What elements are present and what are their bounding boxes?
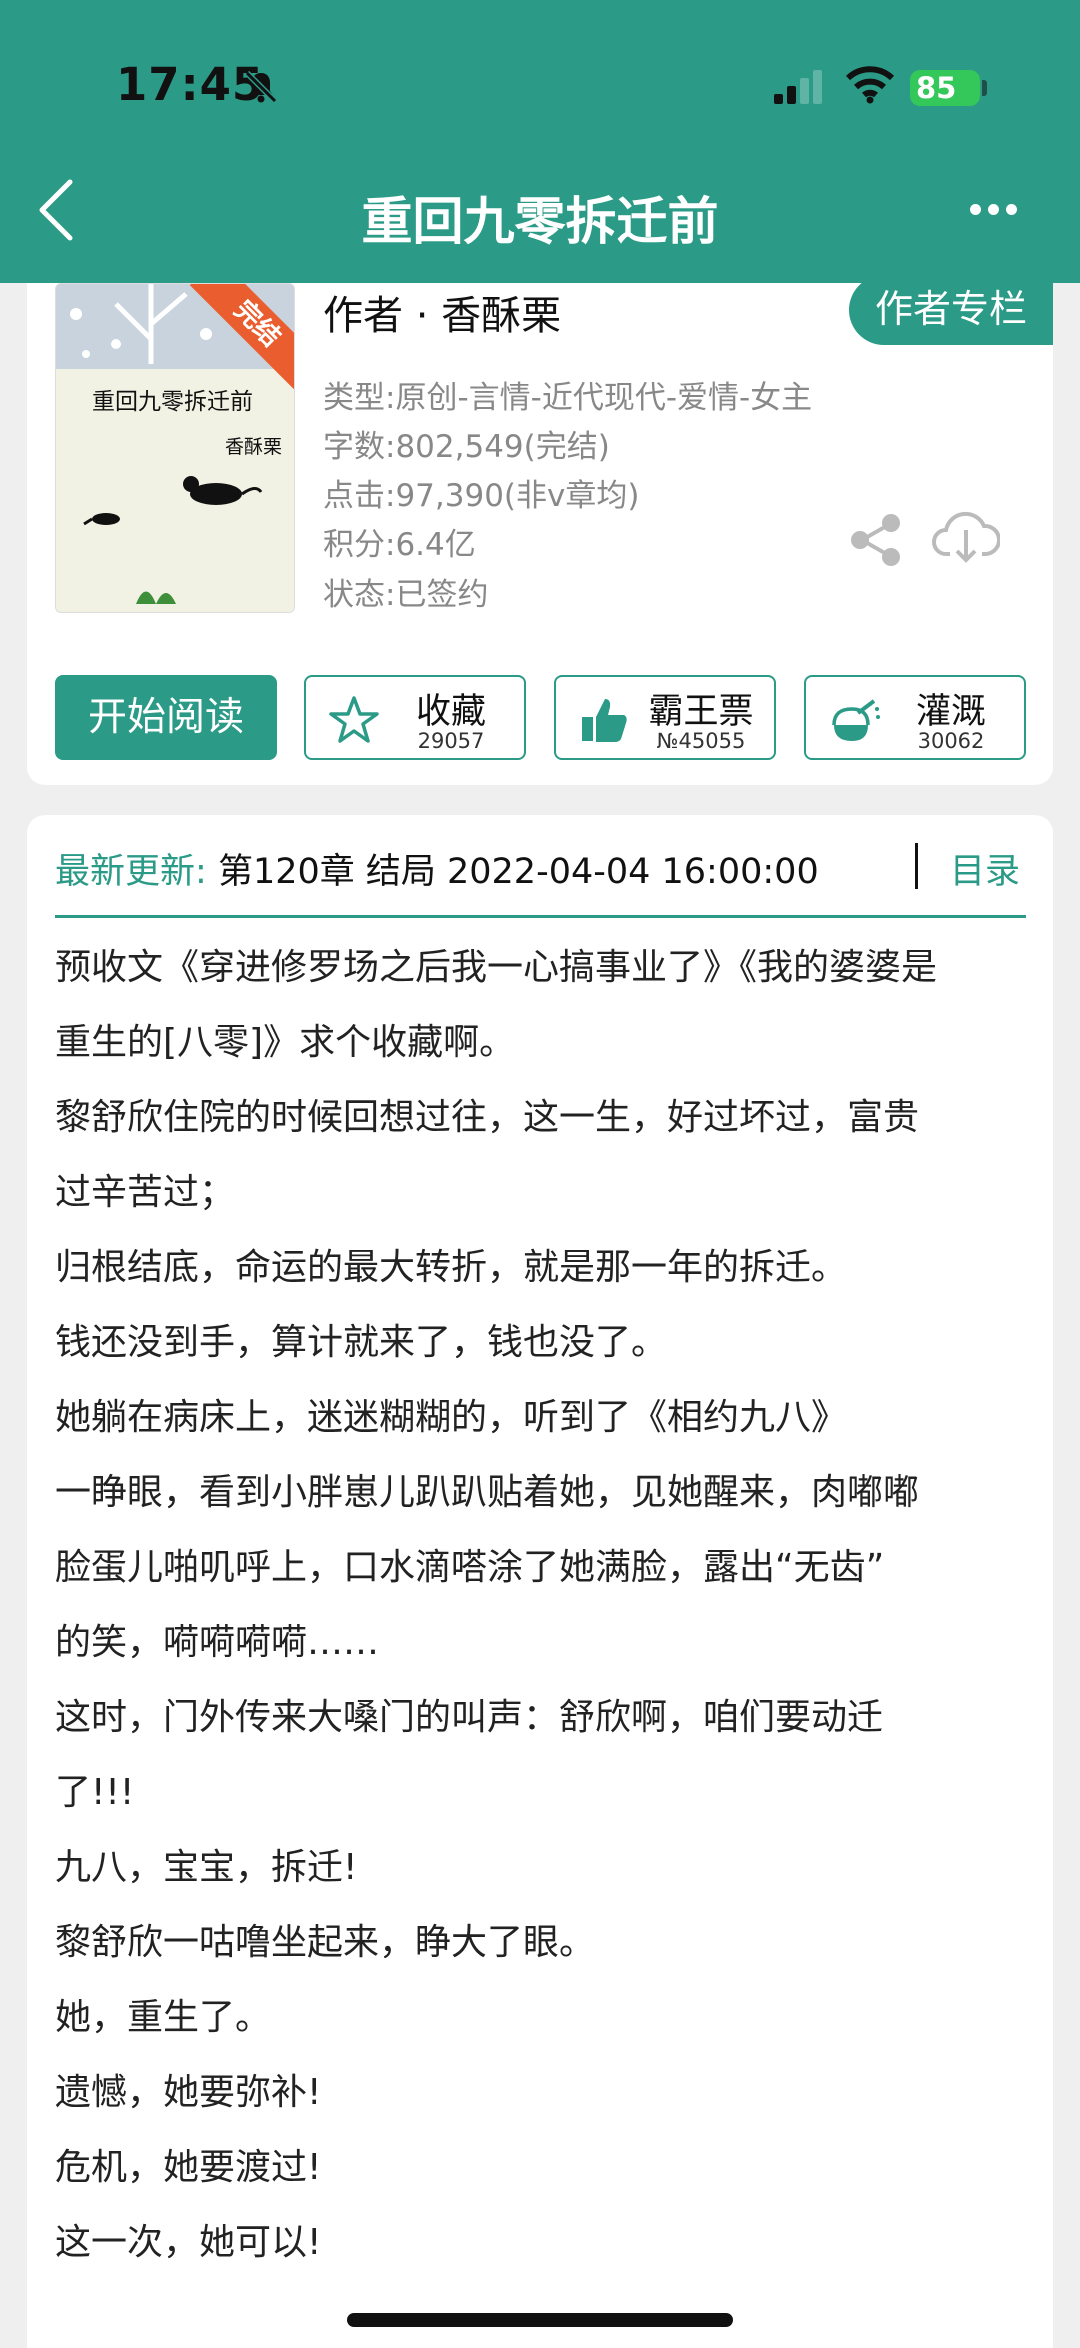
thumbs-up-icon — [582, 699, 627, 742]
synopsis-line: 预收文《穿进修罗场之后我一心搞事业了》《我的婆婆是 — [55, 947, 938, 988]
synopsis-line: 重生的[八零]》求个收藏啊。 — [55, 1022, 516, 1063]
battery-tip — [982, 80, 987, 96]
synopsis-line: 她，重生了。 — [55, 1997, 272, 2038]
home-indicator[interactable] — [347, 2313, 733, 2327]
bawang-ticket-button[interactable]: 霸王票 №45055 — [554, 675, 776, 760]
synopsis-line: 的笑，嗬嗬嗬嗬…… — [55, 1622, 380, 1663]
cellular-signal-icon — [774, 70, 822, 104]
nav-header: 17:45 85 重回九零拆迁前 — [0, 0, 1080, 283]
more-icon[interactable] — [970, 200, 1030, 224]
meta-status: 状态:已签约 — [323, 577, 489, 613]
collect-label: 收藏 — [415, 692, 486, 732]
synopsis-line: 九八，宝宝，拆迁! — [55, 1847, 358, 1888]
wifi-icon — [845, 66, 895, 104]
synopsis-line: 脸蛋儿啪叽呼上，口水滴嗒涂了她满脸，露出“无齿” — [55, 1547, 885, 1588]
synopsis-line: 黎舒欣一咕噜坐起来，睁大了眼。 — [55, 1922, 596, 1963]
watering-can-icon — [832, 699, 880, 741]
meta-word-count: 字数:802,549(完结) — [323, 429, 610, 465]
synopsis-line: 一睁眼，看到小胖崽儿趴趴贴着她，见她醒来，肉嘟嘟 — [55, 1472, 920, 1513]
start-reading-button[interactable]: 开始阅读 — [55, 675, 277, 760]
synopsis-line: 这时，门外传来大嗓门的叫声：舒欣啊，咱们要动迁 — [55, 1697, 884, 1738]
author-name[interactable]: 作者 · 香酥栗 — [323, 283, 561, 341]
bawang-label: 霸王票 — [648, 692, 754, 732]
synopsis-line: 黎舒欣住院的时候回想过往，这一生，好过坏过，富贵 — [55, 1097, 920, 1138]
book-synopsis: 预收文《穿进修罗场之后我一心搞事业了》《我的婆婆是 重生的[八零]》求个收藏啊。… — [55, 930, 1045, 2280]
author-column-button[interactable]: 作者专栏 — [849, 275, 1053, 345]
share-icon[interactable] — [848, 512, 904, 568]
bawang-count: №45055 — [656, 729, 746, 753]
book-cover[interactable]: 重回九零拆迁前 香酥栗 完结 — [55, 283, 295, 613]
synopsis-line: 这一次，她可以! — [55, 2222, 322, 2263]
meta-clicks: 点击:97,390(非v章均) — [323, 478, 640, 514]
synopsis-line: 危机，她要渡过! — [55, 2147, 322, 2188]
collect-count: 29057 — [417, 729, 485, 753]
star-icon — [329, 696, 379, 743]
page-title: 重回九零拆迁前 — [361, 193, 719, 252]
latest-update-label: 最新更新: — [55, 852, 207, 892]
irrigate-label: 灌溉 — [915, 692, 986, 732]
latest-update[interactable]: 最新更新: 第120章 结局 2022-04-04 16:00:00 — [55, 843, 819, 894]
cover-author: 香酥栗 — [224, 436, 282, 458]
synopsis-line: 过辛苦过； — [55, 1172, 236, 1213]
collect-button[interactable]: 收藏 29057 — [304, 675, 526, 760]
irrigate-count: 30062 — [917, 729, 985, 753]
bell-muted-icon — [244, 70, 278, 104]
battery-icon: 85 — [910, 70, 980, 106]
meta-score: 积分:6.4亿 — [323, 527, 476, 563]
synopsis-line: 她躺在病床上，迷迷糊糊的，听到了《相约九八》 — [55, 1397, 848, 1438]
cover-title: 重回九零拆迁前 — [92, 389, 253, 415]
table-of-contents-link[interactable]: 目录 — [950, 843, 1020, 894]
synopsis-line: 归根结底，命运的最大转折，就是那一年的拆迁。 — [55, 1247, 848, 1288]
synopsis-line: 遗憾，她要弥补! — [55, 2072, 322, 2113]
download-icon[interactable] — [932, 508, 1000, 568]
irrigate-button[interactable]: 灌溉 30062 — [804, 675, 1026, 760]
section-divider — [55, 915, 1026, 918]
battery-level: 85 — [916, 71, 957, 105]
meta-genre: 类型:原创-言情-近代现代-爱情-女主 — [323, 380, 813, 416]
synopsis-line: 钱还没到手，算计就来了，钱也没了。 — [55, 1322, 668, 1363]
latest-update-text: 第120章 结局 2022-04-04 16:00:00 — [217, 852, 819, 892]
update-divider — [915, 843, 918, 889]
synopsis-line: 了!!! — [55, 1772, 135, 1813]
